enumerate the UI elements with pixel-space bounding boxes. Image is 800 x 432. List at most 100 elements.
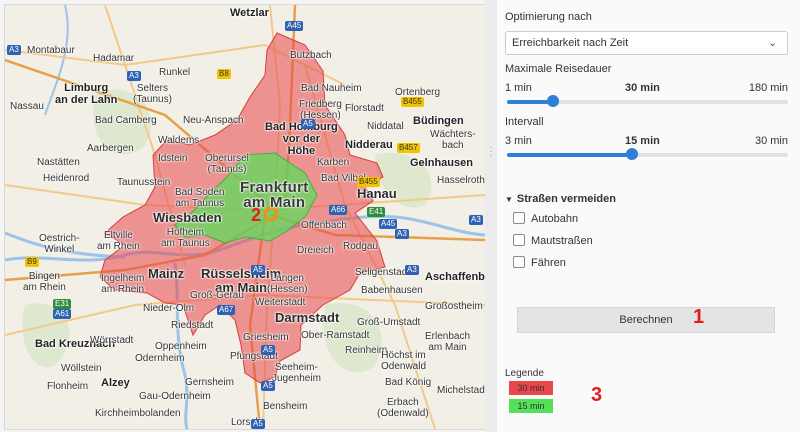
- avoid-ferry-option[interactable]: Fähren: [513, 256, 566, 270]
- city-label: Waldems: [158, 135, 200, 146]
- city-label: Hofheim am Taunus: [161, 227, 210, 249]
- city-label: Höchst im Odenwald: [381, 350, 427, 372]
- city-label: Alzey: [101, 377, 130, 389]
- city-label: Aarbergen: [87, 143, 134, 154]
- city-label: Wiesbaden: [153, 210, 222, 225]
- panel-resize-handle[interactable]: · · ·: [485, 0, 497, 432]
- origin-annotation: 2: [251, 205, 262, 225]
- city-label: Hanau: [357, 186, 397, 201]
- city-label: Bensheim: [263, 401, 308, 412]
- city-label: Hasselroth: [437, 175, 485, 186]
- city-label: Odernheim: [135, 353, 185, 364]
- city-label: Wörrstadt: [90, 335, 134, 346]
- city-label: Groß-Umstadt: [357, 317, 421, 328]
- road-shield: B455: [401, 97, 424, 107]
- city-label: Taunusstein: [117, 177, 171, 188]
- road-shield: E41: [367, 207, 386, 217]
- city-label: Bad Soden am Taunus: [175, 187, 225, 209]
- city-label: Nastätten: [37, 157, 80, 168]
- road-shield: A5: [251, 419, 265, 429]
- checkbox-label: Fähren: [531, 257, 566, 269]
- city-label: Groß-Gerau: [190, 290, 244, 301]
- avoid-roads-toggle[interactable]: ▼ Straßen vermeiden: [505, 193, 616, 205]
- city-label: Erlenbach am Main: [425, 331, 471, 353]
- max-duration-scale: 1 min 30 min 180 min: [505, 82, 788, 94]
- interval-scale: 3 min 15 min 30 min: [505, 135, 788, 147]
- settings-panel: Optimierung nach Erreichbarkeit nach Zei…: [497, 0, 800, 432]
- max-duration-fill: [507, 100, 553, 104]
- city-label: Florstadt: [345, 103, 384, 114]
- city-label: Büdingen: [413, 115, 464, 127]
- city-label: Neu-Anspach: [183, 115, 244, 126]
- interval-thumb[interactable]: [625, 148, 638, 160]
- optimize-label: Optimierung nach: [505, 11, 592, 23]
- legend-label: Legende: [505, 368, 544, 379]
- interval-slider[interactable]: [507, 148, 788, 160]
- legend-30min: 30 min: [509, 381, 553, 395]
- max-value-label: 30 min: [625, 82, 660, 94]
- road-shield: B457: [397, 143, 420, 153]
- avoid-toll-option[interactable]: Mautstraßen: [513, 234, 593, 248]
- road-shield: A5: [301, 119, 315, 129]
- city-label: Rodgau: [343, 241, 379, 252]
- city-label: Langen (Hessen): [267, 273, 308, 295]
- city-label: Flonheim: [47, 381, 89, 392]
- city-label: Seeheim- Jugenheim: [272, 362, 321, 384]
- road-shield: A5: [251, 265, 265, 275]
- interval-min-label: 3 min: [505, 135, 532, 147]
- city-label: Griesheim: [243, 332, 289, 343]
- interval-label: Intervall: [505, 116, 544, 128]
- max-duration-label: Maximale Reisedauer: [505, 63, 612, 75]
- city-label: Runkel: [159, 67, 191, 78]
- max-duration-slider[interactable]: [507, 95, 788, 107]
- city-label: Oestrich- Winkel: [39, 233, 80, 255]
- road-shield: A67: [217, 305, 236, 315]
- city-label: Limburg an der Lahn: [55, 82, 118, 106]
- toll-checkbox[interactable]: [513, 234, 525, 246]
- city-label: Gernsheim: [185, 377, 234, 388]
- interval-fill: [507, 153, 632, 157]
- city-label: Montabaur: [27, 45, 75, 56]
- city-label: Gelnhausen: [410, 157, 473, 169]
- max-min-label: 1 min: [505, 82, 532, 94]
- road-shield: A61: [53, 309, 72, 319]
- interval-max-label: 30 min: [754, 135, 788, 147]
- checkbox-label: Mautstraßen: [531, 235, 593, 247]
- chevron-down-icon: ⌄: [768, 37, 778, 49]
- avoid-motorway-option[interactable]: Autobahn: [513, 212, 578, 226]
- city-label: Bad König: [385, 377, 432, 388]
- road-shield: E31: [53, 299, 72, 309]
- city-label: Offenbach: [301, 220, 347, 231]
- city-label: Friedberg (Hessen): [299, 99, 342, 121]
- calculate-button[interactable]: Berechnen: [517, 307, 775, 333]
- city-label: Riedstadt: [171, 320, 214, 331]
- city-label: Oppenheim: [155, 341, 207, 352]
- isochrone-map[interactable]: Wetzlar Montabaur Hadamar Limburg an der…: [4, 4, 486, 430]
- road-shield: A5: [261, 345, 275, 355]
- city-label: Nieder-Olm: [143, 303, 195, 314]
- ferry-checkbox[interactable]: [513, 256, 525, 268]
- road-shield: A3: [469, 215, 483, 225]
- city-label: Weiterstadt: [255, 297, 306, 308]
- city-label: Idstein: [158, 153, 188, 164]
- road-shield: A45: [379, 219, 398, 229]
- city-label: Nassau: [10, 101, 44, 112]
- max-duration-thumb[interactable]: [546, 95, 559, 107]
- road-shield: A3: [405, 265, 419, 275]
- optimize-select[interactable]: Erreichbarkeit nach Zeit: [505, 31, 788, 55]
- city-label: Bingen am Rhein: [23, 271, 66, 293]
- city-label: Hadamar: [93, 53, 135, 64]
- city-label: Mainz: [148, 266, 185, 281]
- city-label: Gau-Odernheim: [139, 391, 211, 402]
- city-label: Karben: [317, 157, 350, 168]
- road-shield: A3: [395, 229, 409, 239]
- city-label: Nidderau: [345, 139, 393, 151]
- city-label: Kirchheimbolanden: [95, 408, 181, 419]
- city-label: Bad Nauheim: [301, 83, 362, 94]
- road-shield: A66: [329, 205, 348, 215]
- avoid-roads-label: Straßen vermeiden: [516, 193, 616, 205]
- motorway-checkbox[interactable]: [513, 212, 525, 224]
- city-label: Heidenrod: [43, 173, 90, 184]
- city-label: Niddatal: [367, 121, 404, 132]
- road-shield: A3: [7, 45, 21, 55]
